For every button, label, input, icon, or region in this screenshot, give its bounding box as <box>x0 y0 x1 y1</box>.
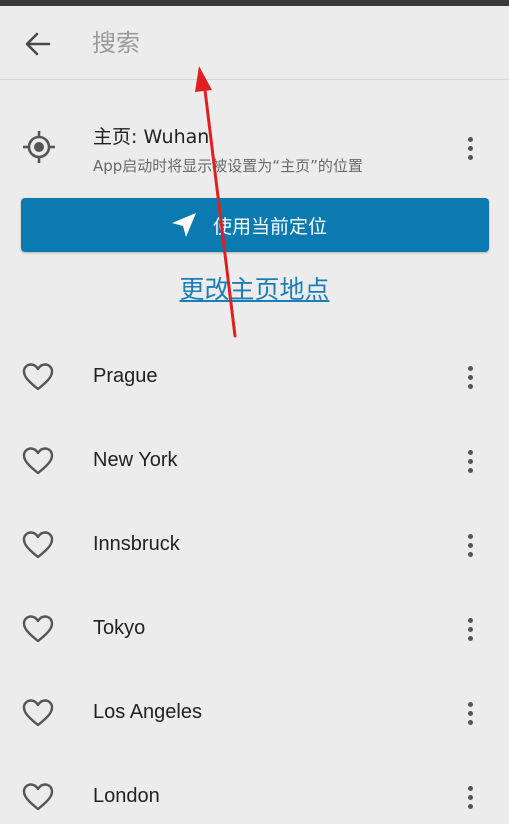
home-location-title: 主页: Wuhan <box>93 126 210 148</box>
heart-outline-icon[interactable] <box>22 529 54 561</box>
city-more-button[interactable] <box>458 527 482 563</box>
city-name: Tokyo <box>93 617 146 639</box>
heart-outline-icon[interactable] <box>22 613 54 645</box>
locations-screen: 主页: Wuhan App启动时将显示被设置为“主页”的位置 使用当前定位 更改… <box>0 0 509 824</box>
more-dot <box>467 383 473 389</box>
more-dot <box>467 719 473 725</box>
city-name: New York <box>93 449 178 471</box>
city-name: Prague <box>93 365 158 387</box>
change-home-link[interactable]: 更改主页地点 <box>0 270 509 306</box>
search-input[interactable] <box>92 20 472 66</box>
my-location-icon <box>23 131 55 163</box>
more-vertical-icon <box>467 785 473 791</box>
more-vertical-icon <box>467 533 473 539</box>
more-dot <box>467 635 473 641</box>
list-item[interactable]: Innsbruck <box>0 503 509 587</box>
more-vertical-icon <box>467 617 473 623</box>
list-item[interactable]: London <box>0 755 509 824</box>
back-button[interactable] <box>18 24 58 64</box>
more-dot <box>467 458 473 464</box>
more-vertical-icon <box>467 365 473 371</box>
more-dot <box>467 467 473 473</box>
heart-outline-icon[interactable] <box>22 781 54 813</box>
saved-locations-list: Prague New York Innsbruck Tokyo Los Angeles L… <box>0 335 509 824</box>
city-name: Innsbruck <box>93 533 180 555</box>
more-dot <box>467 551 473 557</box>
more-vertical-icon <box>467 701 473 707</box>
city-more-button[interactable] <box>458 359 482 395</box>
search-bar <box>0 6 509 80</box>
arrow-left-icon <box>25 32 51 56</box>
heart-outline-icon[interactable] <box>22 697 54 729</box>
list-item[interactable]: Tokyo <box>0 587 509 671</box>
more-dot <box>467 145 473 151</box>
home-more-button[interactable] <box>458 130 482 166</box>
home-location-row[interactable]: 主页: Wuhan App启动时将显示被设置为“主页”的位置 <box>0 110 509 186</box>
list-item[interactable]: New York <box>0 419 509 503</box>
heart-outline-icon[interactable] <box>22 361 54 393</box>
city-more-button[interactable] <box>458 611 482 647</box>
use-current-location-label: 使用当前定位 <box>212 215 327 238</box>
more-dot <box>467 710 473 716</box>
more-dot <box>467 626 473 632</box>
home-location-subtitle: App启动时将显示被设置为“主页”的位置 <box>93 157 363 175</box>
more-dot <box>467 374 473 380</box>
use-current-location-button[interactable]: 使用当前定位 <box>21 198 489 252</box>
more-dot <box>467 803 473 809</box>
more-vertical-icon <box>467 449 473 455</box>
list-item[interactable]: Prague <box>0 335 509 419</box>
city-name: Los Angeles <box>93 701 202 723</box>
more-vertical-icon <box>467 136 473 142</box>
more-dot <box>467 154 473 160</box>
city-more-button[interactable] <box>458 779 482 815</box>
list-item[interactable]: Los Angeles <box>0 671 509 755</box>
heart-outline-icon[interactable] <box>22 445 54 477</box>
more-dot <box>467 794 473 800</box>
city-name: London <box>93 785 160 807</box>
city-more-button[interactable] <box>458 695 482 731</box>
more-dot <box>467 542 473 548</box>
city-more-button[interactable] <box>458 443 482 479</box>
navigation-arrow-icon <box>171 213 196 237</box>
